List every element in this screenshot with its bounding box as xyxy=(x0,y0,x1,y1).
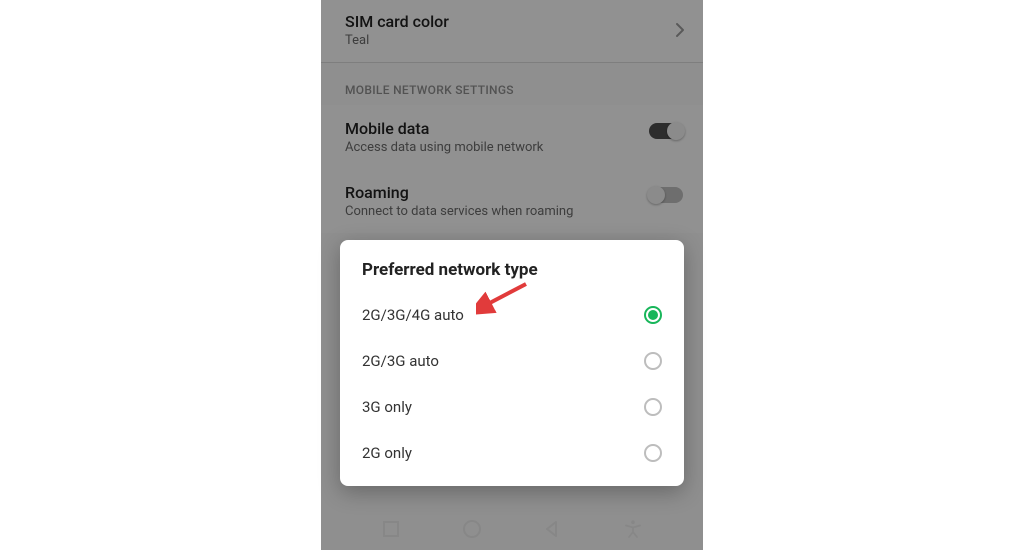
roaming-row[interactable]: Roaming Connect to data services when ro… xyxy=(321,169,703,233)
dialog-title: Preferred network type xyxy=(340,258,684,292)
mobile-data-toggle[interactable] xyxy=(649,123,683,139)
recent-apps-icon[interactable] xyxy=(381,519,401,539)
preferred-network-dialog: Preferred network type 2G/3G/4G auto 2G/… xyxy=(340,240,684,486)
radio-icon xyxy=(644,444,662,462)
sim-color-value: Teal xyxy=(345,33,679,48)
roaming-title: Roaming xyxy=(345,183,633,202)
section-header: MOBILE NETWORK SETTINGS xyxy=(321,63,703,105)
device-frame: SIM card color Teal MOBILE NETWORK SETTI… xyxy=(321,0,703,550)
back-icon[interactable] xyxy=(542,519,562,539)
mobile-data-row[interactable]: Mobile data Access data using mobile net… xyxy=(321,105,703,169)
sim-color-title: SIM card color xyxy=(345,12,679,31)
radio-icon xyxy=(644,306,662,324)
option-label: 3G only xyxy=(362,398,412,416)
network-option-2g-only[interactable]: 2G only xyxy=(340,430,684,476)
radio-icon xyxy=(644,352,662,370)
navigation-bar xyxy=(321,508,703,550)
option-label: 2G only xyxy=(362,444,412,462)
network-option-3g-only[interactable]: 3G only xyxy=(340,384,684,430)
radio-icon xyxy=(644,398,662,416)
network-option-3g-auto[interactable]: 2G/3G auto xyxy=(340,338,684,384)
accessibility-icon[interactable] xyxy=(623,519,643,539)
mobile-data-title: Mobile data xyxy=(345,119,633,138)
sim-card-color-row[interactable]: SIM card color Teal xyxy=(321,0,703,62)
option-label: 2G/3G/4G auto xyxy=(362,306,464,324)
option-label: 2G/3G auto xyxy=(362,352,439,370)
network-option-4g-auto[interactable]: 2G/3G/4G auto xyxy=(340,292,684,338)
chevron-right-icon xyxy=(675,22,685,42)
roaming-subtitle: Connect to data services when roaming xyxy=(345,204,633,219)
roaming-toggle[interactable] xyxy=(649,187,683,203)
mobile-data-subtitle: Access data using mobile network xyxy=(345,140,633,155)
home-icon[interactable] xyxy=(462,519,482,539)
